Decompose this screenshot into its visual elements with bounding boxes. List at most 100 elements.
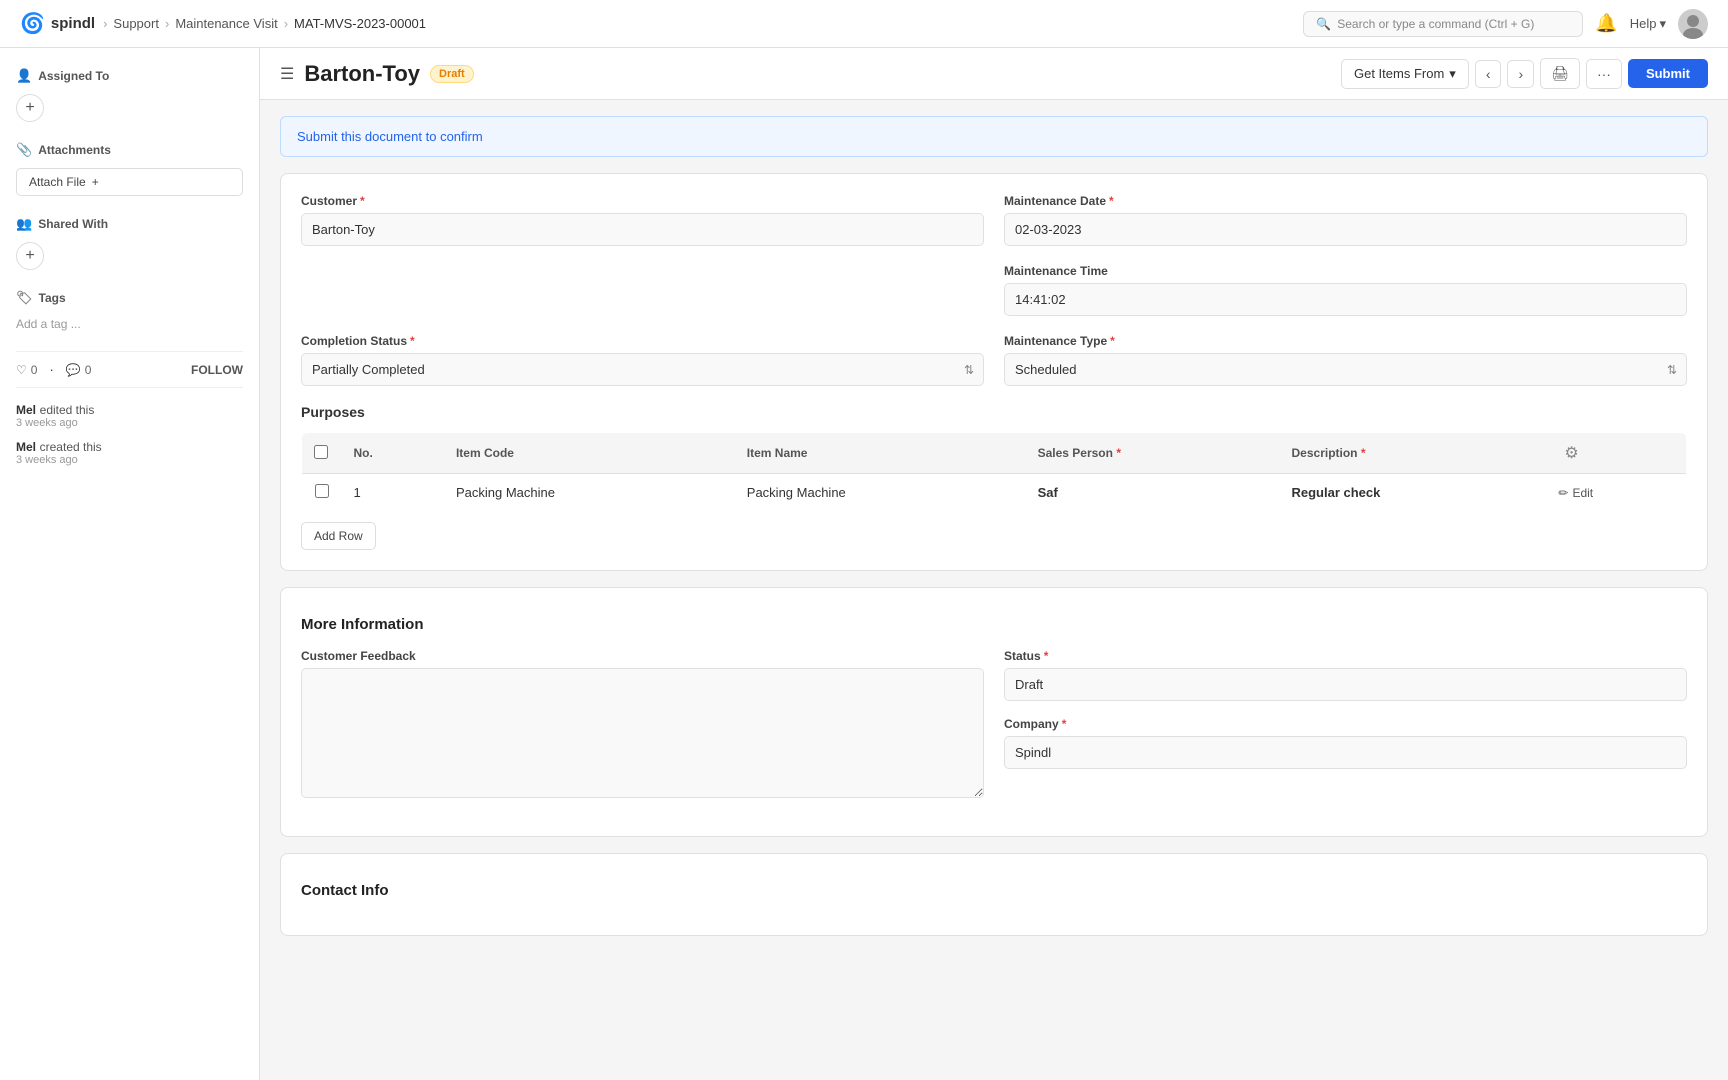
comment-icon: 💬 — [66, 363, 81, 377]
maintenance-date-group: Maintenance Date * — [1004, 194, 1687, 246]
completion-status-wrapper: Partially Completed Completed Not Comple… — [301, 353, 984, 386]
logo-icon: 🌀 — [20, 11, 45, 36]
row-checkbox[interactable] — [315, 484, 329, 498]
comments-reaction[interactable]: 💬 0 — [66, 363, 92, 377]
completion-status-select[interactable]: Partially Completed Completed Not Comple… — [301, 353, 984, 386]
top-nav: 🌀 spindl › Support › Maintenance Visit ›… — [0, 0, 1728, 48]
activity-action-0: edited this — [40, 403, 95, 417]
breadcrumb-item-2[interactable]: MAT-MVS-2023-00001 — [294, 16, 426, 31]
attach-file-plus-icon: + — [92, 175, 99, 189]
purposes-table: No. Item Code Item Name Sales Person * D… — [301, 432, 1687, 512]
attach-file-button[interactable]: Attach File + — [16, 168, 243, 196]
maintenance-type-label: Maintenance Type * — [1004, 334, 1687, 348]
customer-date-row: Customer * Maintenance Date * — [301, 194, 1687, 246]
row-edit-button[interactable]: ✏ Edit — [1558, 486, 1593, 500]
breadcrumb-item-0[interactable]: Support — [113, 16, 159, 31]
customer-feedback-label: Customer Feedback — [301, 649, 984, 663]
more-options-button[interactable]: ··· — [1586, 59, 1622, 89]
page-title: Barton-Toy — [304, 61, 420, 87]
prev-button[interactable]: ‹ — [1475, 60, 1502, 88]
add-tag-placeholder[interactable]: Add a tag ... — [16, 317, 81, 331]
purposes-heading: Purposes — [301, 404, 1687, 420]
status-label: Status * — [1004, 649, 1687, 663]
customer-required: * — [360, 194, 365, 208]
assigned-to-label: Assigned To — [38, 69, 109, 83]
select-all-checkbox[interactable] — [314, 445, 328, 459]
activity-user-1: Mel — [16, 440, 36, 454]
help-chevron-icon: ▾ — [1659, 16, 1666, 32]
help-button[interactable]: Help ▾ — [1630, 16, 1666, 32]
add-assignee-button[interactable]: + — [16, 94, 44, 122]
submit-button[interactable]: Submit — [1628, 59, 1708, 88]
right-panel: ☰ Barton-Toy Draft Get Items From ▾ ‹ › … — [260, 48, 1728, 1080]
submit-banner: Submit this document to confirm — [280, 116, 1708, 157]
follow-button[interactable]: FOLLOW — [191, 363, 243, 377]
page-layout: 👤 Assigned To + 📎 Attachments Attach Fil… — [0, 48, 1728, 1080]
comments-count: 0 — [85, 363, 92, 377]
search-box[interactable]: 🔍 Search or type a command (Ctrl + G) — [1303, 11, 1583, 37]
contact-info-heading: Contact Info — [301, 874, 1687, 899]
company-label: Company * — [1004, 717, 1687, 731]
reactions-row: ♡ 0 · 💬 0 FOLLOW — [16, 351, 243, 388]
add-row-button[interactable]: Add Row — [301, 522, 376, 550]
maintenance-time-row: Maintenance Time — [301, 264, 1687, 316]
feedback-status-row: Customer Feedback Status * — [301, 649, 1687, 798]
attachments-label: Attachments — [38, 143, 111, 157]
attachments-title: 📎 Attachments — [16, 142, 243, 158]
maintenance-date-required: * — [1109, 194, 1114, 208]
print-button[interactable]: 🖨 — [1540, 58, 1580, 89]
search-icon: 🔍 — [1316, 17, 1331, 31]
activity-time-1: 3 weeks ago — [16, 454, 243, 466]
activity-action-1: created this — [40, 440, 102, 454]
row-sales-person: Saf — [1026, 474, 1280, 512]
next-button[interactable]: › — [1507, 60, 1534, 88]
row-item-name: Packing Machine — [735, 474, 1026, 512]
maintenance-date-label: Maintenance Date * — [1004, 194, 1687, 208]
breadcrumb-item-1[interactable]: Maintenance Visit — [175, 16, 277, 31]
activity-item-0: Mel edited this 3 weeks ago — [16, 402, 243, 429]
maintenance-time-input[interactable] — [1004, 283, 1687, 316]
table-header-gear: ⚙ — [1546, 433, 1686, 474]
table-gear-button[interactable]: ⚙ — [1558, 441, 1584, 465]
row-item-code: Packing Machine — [444, 474, 735, 512]
maintenance-type-select[interactable]: Scheduled Unscheduled — [1004, 353, 1687, 386]
customer-input[interactable] — [301, 213, 984, 246]
likes-count: 0 — [31, 363, 38, 377]
add-shared-button[interactable]: + — [16, 242, 44, 270]
customer-feedback-textarea[interactable] — [301, 668, 984, 798]
tags-section: 🏷 Tags Add a tag ... — [16, 290, 243, 331]
activity-item-1: Mel created this 3 weeks ago — [16, 439, 243, 466]
activity-user-0: Mel — [16, 403, 36, 417]
page-title-bar: ☰ Barton-Toy Draft Get Items From ▾ ‹ › … — [260, 48, 1728, 100]
table-header-item-code: Item Code — [444, 433, 735, 474]
company-input[interactable] — [1004, 736, 1687, 769]
status-group: Status * — [1004, 649, 1687, 701]
maintenance-date-input[interactable] — [1004, 213, 1687, 246]
status-type-row: Completion Status * Partially Completed … — [301, 334, 1687, 386]
bell-button[interactable]: 🔔 — [1595, 13, 1617, 34]
completion-status-required: * — [410, 334, 415, 348]
more-info-card: More Information Customer Feedback Statu… — [280, 587, 1708, 837]
get-items-chevron-icon: ▾ — [1449, 66, 1456, 82]
status-company-col: Status * Company * — [1004, 649, 1687, 798]
tags-icon: 🏷 — [16, 290, 33, 306]
table-header-checkbox — [302, 433, 342, 474]
breadcrumb: › Support › Maintenance Visit › MAT-MVS-… — [103, 16, 426, 31]
activity-time-0: 3 weeks ago — [16, 417, 243, 429]
status-input[interactable] — [1004, 668, 1687, 701]
likes-reaction[interactable]: ♡ 0 — [16, 363, 37, 377]
row-checkbox-cell — [302, 474, 342, 512]
contact-info-card: Contact Info — [280, 853, 1708, 936]
submit-banner-text: Submit this document to confirm — [297, 129, 483, 144]
content-body: Submit this document to confirm Customer… — [260, 116, 1728, 972]
heart-icon: ♡ — [16, 363, 27, 377]
completion-status-label: Completion Status * — [301, 334, 984, 348]
draft-badge: Draft — [430, 65, 474, 83]
customer-group: Customer * — [301, 194, 984, 246]
table-header-sales-person: Sales Person * — [1026, 433, 1280, 474]
page-actions: Get Items From ▾ ‹ › 🖨 ··· Submit — [1341, 58, 1708, 89]
get-items-from-button[interactable]: Get Items From ▾ — [1341, 59, 1469, 89]
shared-with-section: 👥 Shared With + — [16, 216, 243, 270]
avatar[interactable] — [1678, 9, 1708, 39]
hamburger-button[interactable]: ☰ — [280, 64, 294, 84]
